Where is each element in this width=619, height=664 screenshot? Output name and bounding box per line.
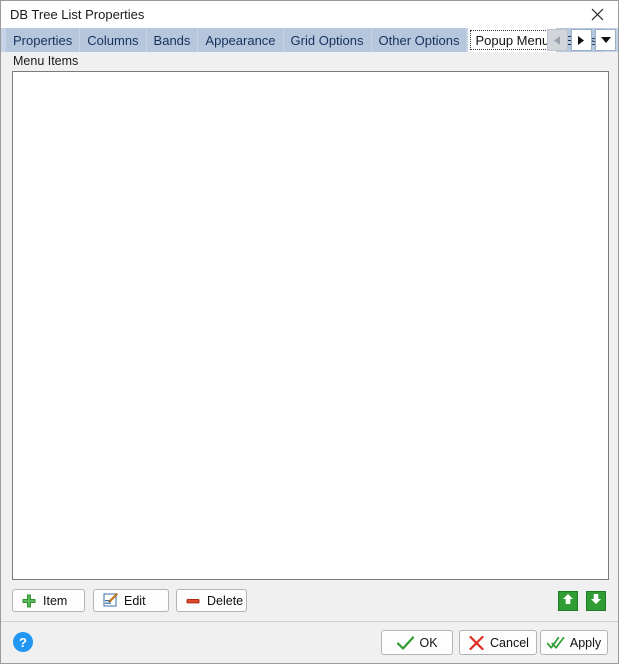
tab-label: Columns <box>87 32 139 48</box>
check-icon <box>396 635 414 651</box>
tab-label: Bands <box>153 32 191 48</box>
tab-columns[interactable]: Columns <box>80 28 147 52</box>
triangle-right-icon <box>578 35 585 45</box>
menu-items-label: Menu Items <box>13 54 79 68</box>
tab-bands[interactable]: Bands <box>146 28 199 52</box>
apply-button[interactable]: Apply <box>540 630 608 655</box>
dialog-footer: ? OK Cancel Apply <box>1 621 618 663</box>
tab-appearance[interactable]: Appearance <box>198 28 284 52</box>
tab-label: Appearance <box>205 32 276 48</box>
close-icon <box>591 8 604 21</box>
edit-item-label: Edit <box>124 593 146 608</box>
tab-properties[interactable]: Properties <box>6 28 81 52</box>
tab-list: Properties Columns Bands Appearance Grid… <box>6 28 605 52</box>
properties-dialog: DB Tree List Properties Properties Colum… <box>0 0 619 664</box>
apply-label: Apply <box>569 635 602 650</box>
minus-icon <box>185 593 201 609</box>
dialog-content: Menu Items Item Edit Delete ? OK Cancel … <box>1 52 618 663</box>
question-mark-icon: ? <box>19 634 27 650</box>
tab-navigation <box>544 29 616 51</box>
add-item-button[interactable]: Item <box>12 589 85 612</box>
add-item-label: Item <box>43 593 68 608</box>
cancel-button[interactable]: Cancel <box>459 630 537 655</box>
delete-item-button[interactable]: Delete <box>176 589 247 612</box>
move-item-up-button[interactable] <box>558 591 578 611</box>
delete-item-label: Delete <box>207 593 244 608</box>
pencil-icon <box>102 593 118 609</box>
menu-items-listbox[interactable] <box>12 71 609 580</box>
tab-strip: Properties Columns Bands Appearance Grid… <box>1 28 618 52</box>
tab-scroll-next-button[interactable] <box>571 29 592 51</box>
title-bar: DB Tree List Properties <box>1 1 618 28</box>
arrow-down-icon <box>590 592 602 610</box>
tab-label: Popup Menu <box>475 32 550 48</box>
ok-label: OK <box>419 635 438 650</box>
double-check-icon <box>546 635 565 651</box>
tab-label: Properties <box>13 32 73 48</box>
tab-label: Grid Options <box>290 32 364 48</box>
item-toolbar: Item Edit Delete <box>1 589 618 619</box>
tab-dropdown-button[interactable] <box>595 29 616 51</box>
plus-icon <box>21 593 37 609</box>
arrow-up-icon <box>562 592 574 610</box>
triangle-left-icon <box>554 35 561 45</box>
ok-button[interactable]: OK <box>381 630 453 655</box>
close-button[interactable] <box>575 1 618 28</box>
chevron-down-icon <box>600 36 611 44</box>
tab-grid-options[interactable]: Grid Options <box>283 28 372 52</box>
window-title: DB Tree List Properties <box>10 7 145 22</box>
x-icon <box>467 635 485 651</box>
help-button[interactable]: ? <box>13 632 33 652</box>
tab-scroll-prev-button[interactable] <box>547 29 568 51</box>
tab-label: Other Options <box>378 32 460 48</box>
edit-item-button[interactable]: Edit <box>93 589 169 612</box>
tab-other-options[interactable]: Other Options <box>371 28 468 52</box>
cancel-label: Cancel <box>490 635 529 650</box>
move-item-down-button[interactable] <box>586 591 606 611</box>
